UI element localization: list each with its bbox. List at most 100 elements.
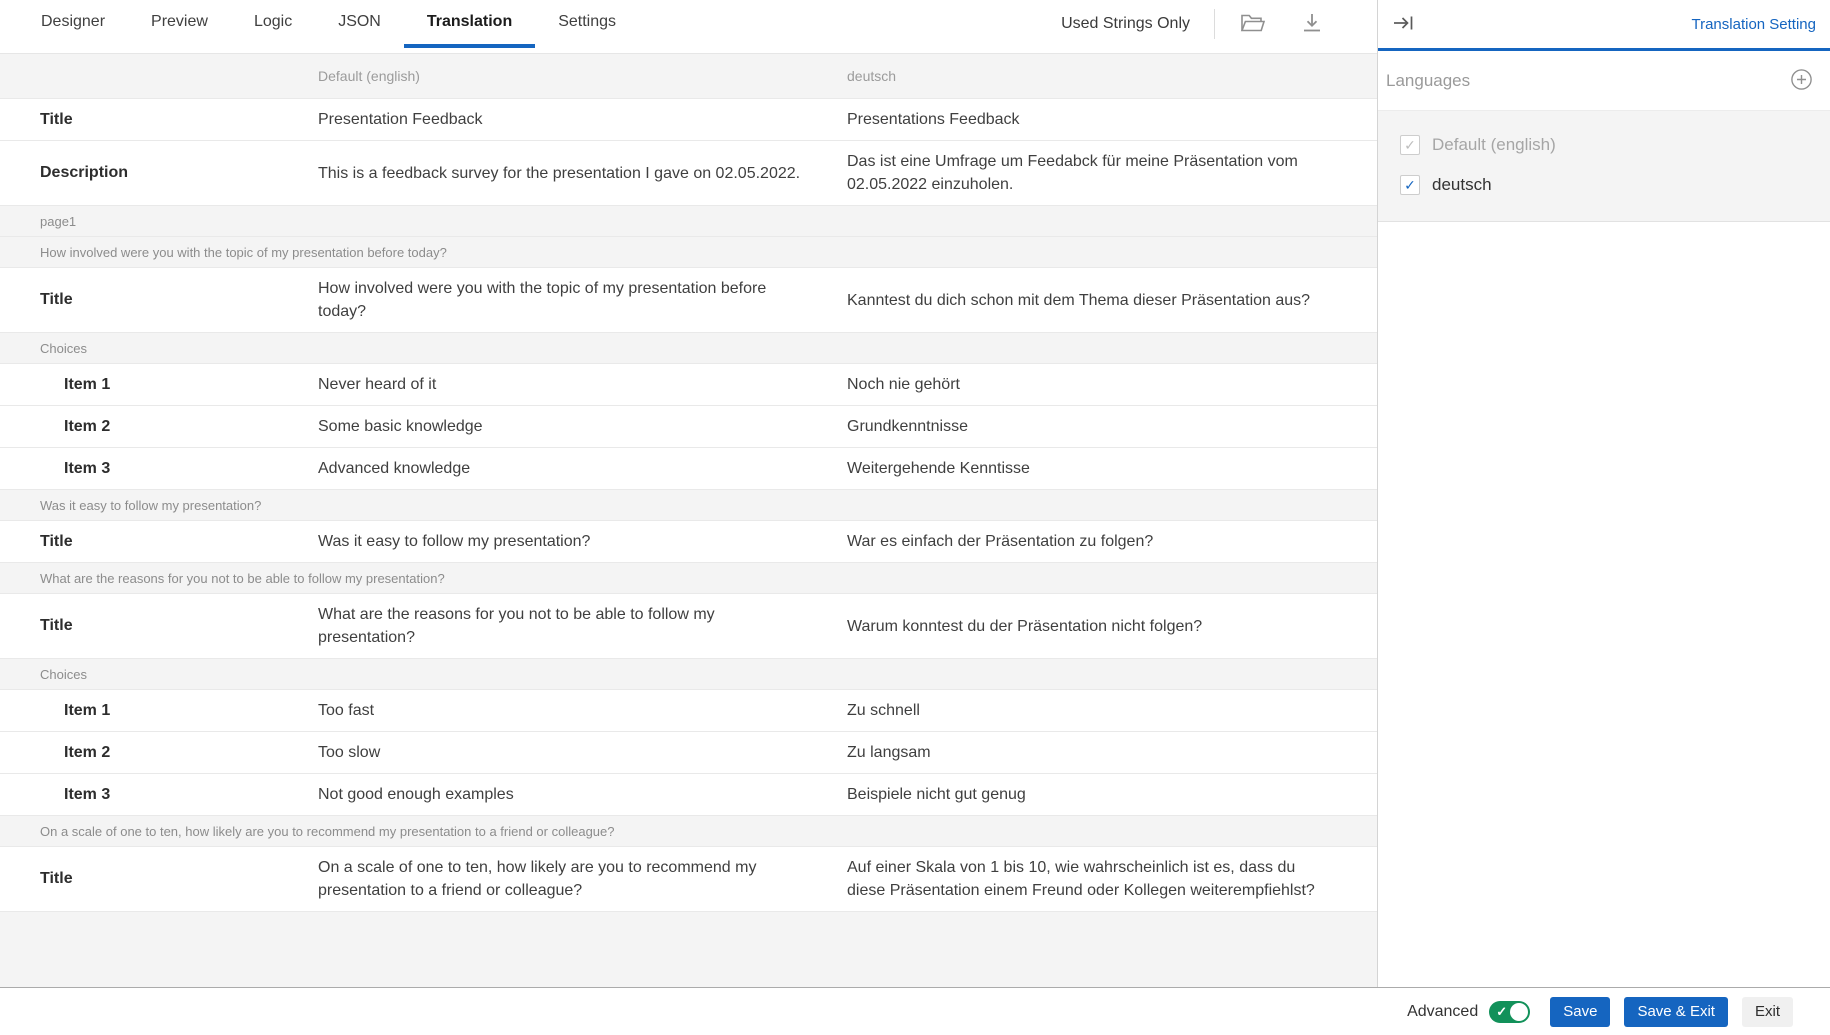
column-header-deutsch: deutsch <box>847 68 1377 84</box>
cell-text: Noch nie gehört <box>847 373 1337 396</box>
table-empty-filler <box>0 912 1377 987</box>
cell-text: Das ist eine Umfrage um Feedabck für mei… <box>847 150 1337 196</box>
cell-text: Weitergehende Kenntisse <box>847 457 1337 480</box>
cell-deutsch[interactable]: Noch nie gehört <box>847 364 1377 405</box>
cell-text: Advanced knowledge <box>318 457 808 480</box>
cell-text: Not good enough examples <box>318 783 808 806</box>
language-item-deutsch[interactable]: ✓ deutsch <box>1400 165 1830 205</box>
cell-deutsch[interactable]: Warum konntest du der Präsentation nicht… <box>847 606 1377 647</box>
sidebar-header: Translation Setting <box>1378 0 1830 51</box>
cell-default-english[interactable]: On a scale of one to ten, how likely are… <box>318 847 847 911</box>
tab-strip: Designer Preview Logic JSON Translation … <box>0 0 639 53</box>
cell-deutsch[interactable]: Kanntest du dich schon mit dem Thema die… <box>847 280 1377 321</box>
section-label: page1 <box>40 214 76 229</box>
table-row: TitleWas it easy to follow my presentati… <box>0 521 1377 563</box>
translation-table-header: Default (english) deutsch <box>0 54 1377 99</box>
languages-header-row: Languages <box>1378 51 1830 110</box>
table-row: Item 2Some basic knowledgeGrundkenntniss… <box>0 406 1377 448</box>
cell-default-english[interactable]: Was it easy to follow my presentation? <box>318 521 847 562</box>
section-label: Choices <box>40 341 87 356</box>
main-panel: Designer Preview Logic JSON Translation … <box>0 0 1378 987</box>
save-button[interactable]: Save <box>1550 997 1610 1027</box>
tab-settings[interactable]: Settings <box>535 0 639 48</box>
tab-designer[interactable]: Designer <box>18 0 128 48</box>
cell-default-english[interactable]: What are the reasons for you not to be a… <box>318 594 847 658</box>
cell-text: Zu schnell <box>847 699 1337 722</box>
tab-logic[interactable]: Logic <box>231 0 315 48</box>
cell-deutsch[interactable]: Auf einer Skala von 1 bis 10, wie wahrsc… <box>847 847 1377 911</box>
cell-deutsch[interactable]: Beispiele nicht gut genug <box>847 774 1377 815</box>
collapse-sidebar-button[interactable] <box>1391 12 1415 37</box>
cell-text: Warum konntest du der Präsentation nicht… <box>847 615 1337 638</box>
language-label: deutsch <box>1432 175 1492 195</box>
cell-text: Too slow <box>318 741 808 764</box>
cell-default-english[interactable]: Some basic knowledge <box>318 406 847 447</box>
cell-default-english[interactable]: Never heard of it <box>318 364 847 405</box>
translation-table: Default (english) deutsch TitlePresentat… <box>0 54 1377 987</box>
table-section-row: Was it easy to follow my presentation? <box>0 490 1377 521</box>
export-translation-button[interactable] <box>1299 10 1325 39</box>
table-row: TitleWhat are the reasons for you not to… <box>0 594 1377 659</box>
folder-open-icon <box>1239 10 1267 39</box>
import-translation-button[interactable] <box>1239 10 1267 39</box>
row-label: Item 3 <box>0 777 318 813</box>
exit-button[interactable]: Exit <box>1742 997 1793 1027</box>
used-strings-only-option[interactable]: Used Strings Only <box>1061 15 1190 33</box>
cell-deutsch[interactable]: Zu langsam <box>847 732 1377 773</box>
cell-text: Auf einer Skala von 1 bis 10, wie wahrsc… <box>847 856 1337 902</box>
check-icon: ✓ <box>1496 1005 1507 1018</box>
translation-settings-sidebar: Translation Setting Languages ✓ Default … <box>1378 0 1830 987</box>
add-language-button[interactable] <box>1789 67 1814 95</box>
table-section-row: On a scale of one to ten, how likely are… <box>0 816 1377 847</box>
cell-default-english[interactable]: Not good enough examples <box>318 774 847 815</box>
cell-deutsch[interactable]: Presentations Feedback <box>847 99 1377 140</box>
tab-translation[interactable]: Translation <box>404 0 535 48</box>
cell-default-english[interactable]: This is a feedback survey for the presen… <box>318 153 847 194</box>
cell-default-english[interactable]: Too slow <box>318 732 847 773</box>
cell-default-english[interactable]: Presentation Feedback <box>318 99 847 140</box>
languages-list: ✓ Default (english) ✓ deutsch <box>1378 110 1830 222</box>
cell-default-english[interactable]: Too fast <box>318 690 847 731</box>
section-label: Choices <box>40 667 87 682</box>
cell-text: Kanntest du dich schon mit dem Thema die… <box>847 289 1337 312</box>
cell-deutsch[interactable]: Grundkenntnisse <box>847 406 1377 447</box>
table-section-row: How involved were you with the topic of … <box>0 237 1377 268</box>
advanced-label: Advanced <box>1407 1003 1478 1021</box>
footer-bar: Advanced ✓ Save Save & Exit Exit <box>0 987 1830 1035</box>
language-item-default-english[interactable]: ✓ Default (english) <box>1400 125 1830 165</box>
download-icon <box>1299 10 1325 39</box>
row-label: Item 2 <box>0 735 318 771</box>
tab-json[interactable]: JSON <box>315 0 404 48</box>
table-section-row: What are the reasons for you not to be a… <box>0 563 1377 594</box>
topbar-actions: Used Strings Only <box>1061 0 1377 48</box>
row-label: Item 3 <box>0 451 318 487</box>
cell-deutsch[interactable]: Weitergehende Kenntisse <box>847 448 1377 489</box>
table-section-row: Choices <box>0 333 1377 364</box>
checkbox-deutsch[interactable]: ✓ <box>1400 175 1420 195</box>
tab-preview[interactable]: Preview <box>128 0 231 48</box>
cell-text: Zu langsam <box>847 741 1337 764</box>
save-and-exit-button[interactable]: Save & Exit <box>1624 997 1728 1027</box>
cell-text: Some basic knowledge <box>318 415 808 438</box>
cell-deutsch[interactable]: Zu schnell <box>847 690 1377 731</box>
cell-text: Was it easy to follow my presentation? <box>318 530 808 553</box>
cell-text: Never heard of it <box>318 373 808 396</box>
cell-text: How involved were you with the topic of … <box>318 277 808 323</box>
cell-deutsch[interactable]: War es einfach der Präsentation zu folge… <box>847 521 1377 562</box>
cell-text: Grundkenntnisse <box>847 415 1337 438</box>
cell-text: What are the reasons for you not to be a… <box>318 603 808 649</box>
advanced-toggle[interactable]: ✓ <box>1489 1001 1530 1023</box>
cell-text: War es einfach der Präsentation zu folge… <box>847 530 1337 553</box>
row-label: Title <box>0 608 318 644</box>
cell-default-english[interactable]: How involved were you with the topic of … <box>318 268 847 332</box>
table-row: Item 2Too slow Zu langsam <box>0 732 1377 774</box>
section-label: Was it easy to follow my presentation? <box>40 498 261 513</box>
cell-default-english[interactable]: Advanced knowledge <box>318 448 847 489</box>
column-header-default-english: Default (english) <box>318 68 847 84</box>
collapse-right-icon <box>1391 12 1415 37</box>
cell-text: This is a feedback survey for the presen… <box>318 162 808 185</box>
section-label: How involved were you with the topic of … <box>40 245 447 260</box>
table-row: TitlePresentation FeedbackPresentations … <box>0 99 1377 141</box>
checkbox-default-english[interactable]: ✓ <box>1400 135 1420 155</box>
cell-deutsch[interactable]: Das ist eine Umfrage um Feedabck für mei… <box>847 141 1377 205</box>
